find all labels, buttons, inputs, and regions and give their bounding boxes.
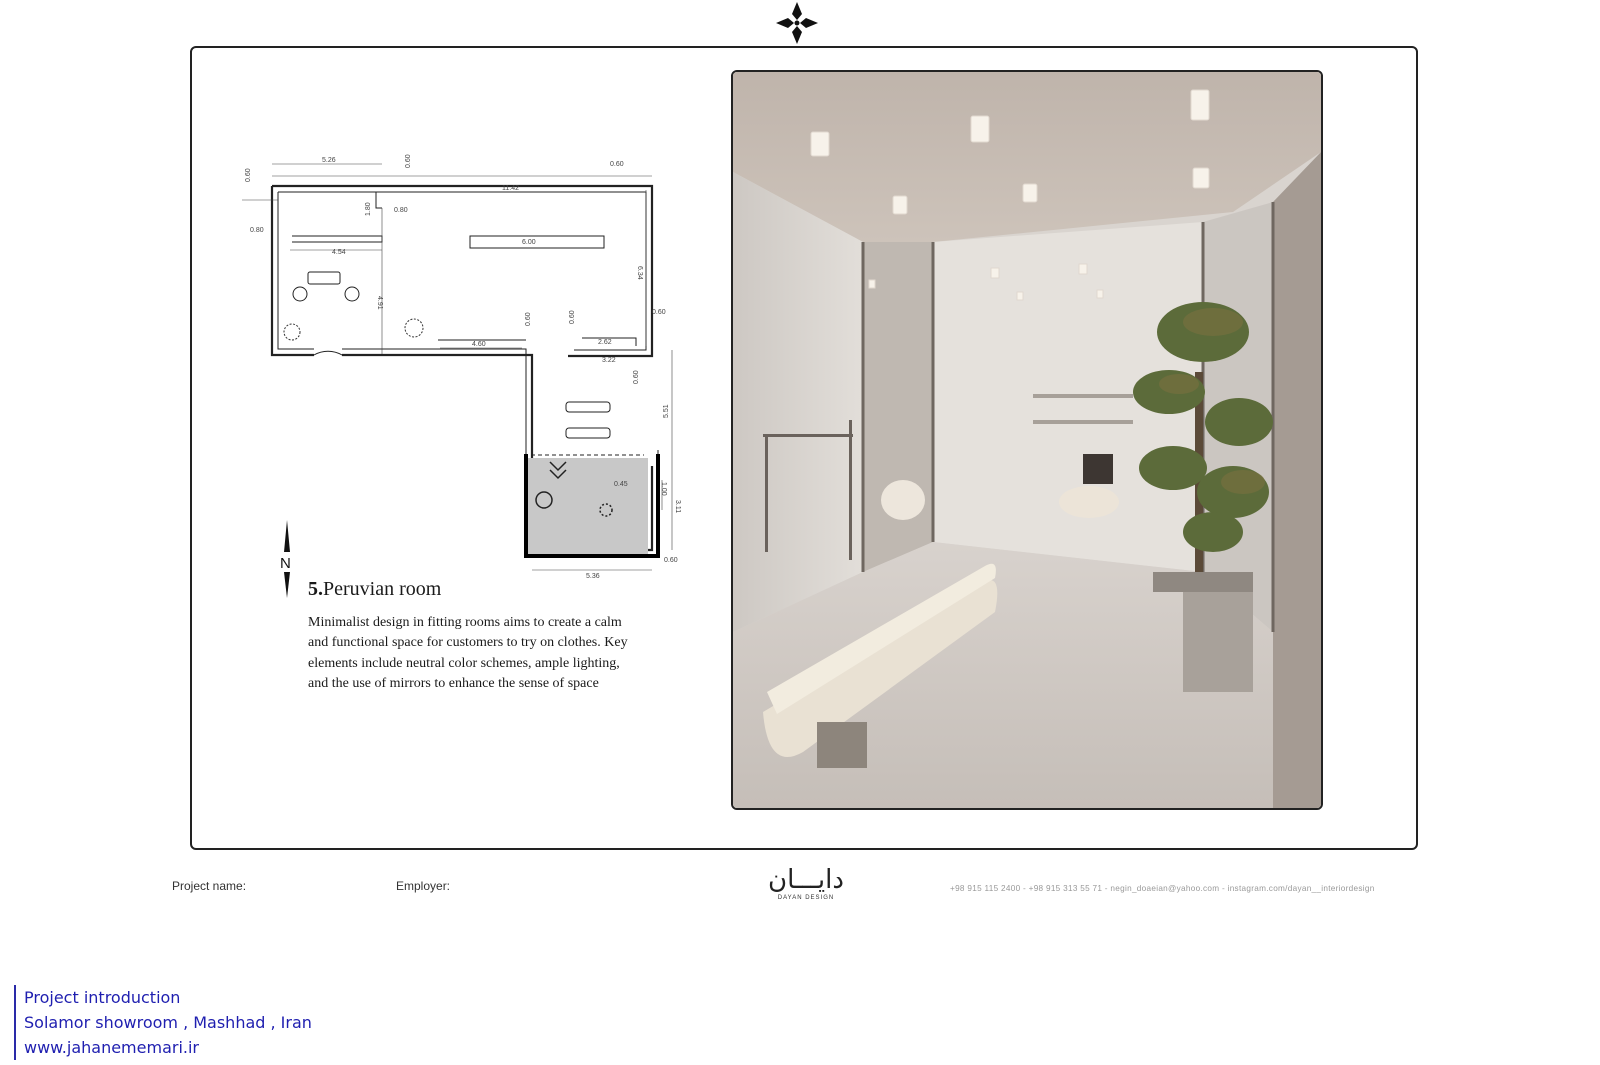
intro-website-link[interactable]: www.jahanememari.ir	[24, 1035, 312, 1060]
compass-letter: N	[280, 555, 291, 572]
employer-label: Employer:	[396, 879, 451, 893]
intro-location: Solamor showroom , Mashhad , Iran	[24, 1013, 312, 1032]
dim-label: 4.91	[376, 296, 383, 310]
dim-label: 0.60	[633, 370, 640, 384]
dim-label: 0.80	[250, 227, 264, 234]
dim-label: 0.60	[664, 557, 678, 564]
dim-label: 11.42	[502, 185, 519, 192]
dim-label: 2.62	[598, 339, 612, 346]
floor-plan: 5.26 0.60 0.60 0.60 11.42 1.80 0.80 0.80…	[242, 154, 681, 580]
dim-label: 0.45	[614, 481, 628, 488]
room-description: Minimalist design in fitting rooms aims …	[308, 615, 628, 692]
interior-render	[731, 70, 1323, 810]
dim-label: 6.00	[522, 239, 536, 246]
four-petal-ornament-icon	[776, 2, 818, 44]
brand-logo: دایـــان DAYAN DESIGN	[758, 866, 854, 901]
room-title-text: Peruvian room	[323, 578, 442, 600]
dim-label: 1.00	[660, 482, 667, 496]
dim-label: 0.80	[394, 207, 408, 214]
dim-label: 5.36	[586, 573, 600, 580]
dim-label: 0.60	[569, 310, 576, 324]
contact-info: +98 915 115 2400 - +98 915 313 55 71 - n…	[950, 884, 1375, 893]
dim-label: 6.34	[636, 266, 643, 280]
project-name-label: Project name:	[172, 879, 247, 893]
room-number: 5.	[308, 578, 323, 600]
brand-arabic-text: دایـــان	[768, 865, 844, 895]
dim-label: 4.54	[332, 249, 346, 256]
dim-label: 0.60	[652, 309, 666, 316]
dim-label: 4.60	[472, 341, 486, 348]
dim-label: 0.60	[405, 154, 412, 168]
north-compass-icon: N	[280, 520, 291, 598]
dim-label: 5.26	[322, 157, 336, 164]
dim-label: 0.60	[525, 312, 532, 326]
dim-label: 3.11	[674, 500, 681, 513]
dim-label: 1.80	[365, 202, 372, 216]
intro-heading: Project introduction	[24, 988, 181, 1007]
dim-label: 0.60	[245, 168, 252, 182]
dim-label: 3.22	[602, 357, 616, 364]
room-title: 5.Peruvian room	[308, 578, 441, 601]
project-intro-block: Project introduction Solamor showroom , …	[14, 985, 312, 1060]
brand-subtitle: DAYAN DESIGN	[777, 895, 835, 901]
dim-label: 5.51	[663, 404, 670, 418]
dim-label: 0.60	[610, 161, 624, 168]
